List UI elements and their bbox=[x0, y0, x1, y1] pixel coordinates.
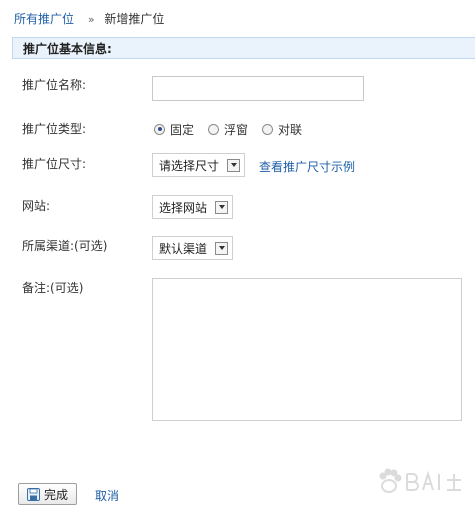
channel-select[interactable]: 默认渠道 bbox=[152, 236, 234, 260]
chevron-down-icon bbox=[215, 241, 229, 255]
breadcrumb-current: 新增推广位 bbox=[104, 12, 165, 26]
radio-checked-icon bbox=[154, 123, 165, 135]
done-button-label: 完成 bbox=[43, 487, 68, 502]
site-select[interactable]: 选择网站 bbox=[152, 195, 234, 219]
size-select-value: 请选择尺寸 bbox=[159, 158, 220, 173]
name-label: 推广位名称: bbox=[22, 78, 87, 92]
site-select-value: 选择网站 bbox=[159, 200, 208, 215]
type-radio-float[interactable]: 浮窗 bbox=[208, 121, 248, 138]
size-select[interactable]: 请选择尺寸 bbox=[152, 153, 246, 177]
type-label: 推广位类型: bbox=[22, 122, 87, 136]
chevron-down-icon bbox=[227, 158, 241, 172]
baidu-jingyan-logo bbox=[377, 466, 467, 501]
breadcrumb-all-positions-link[interactable]: 所有推广位 bbox=[14, 12, 74, 26]
type-radio-float-label: 浮窗 bbox=[224, 122, 249, 137]
name-input[interactable] bbox=[152, 76, 364, 101]
radio-unchecked-icon bbox=[208, 123, 220, 135]
note-label: 备注:(可选) bbox=[22, 281, 84, 295]
type-radio-couplet-label: 对联 bbox=[278, 122, 303, 137]
size-example-link[interactable]: 查看推广尺寸示例 bbox=[259, 158, 355, 175]
cancel-link[interactable]: 取消 bbox=[95, 487, 119, 504]
site-label: 网站: bbox=[22, 199, 51, 213]
chevron-down-icon bbox=[215, 200, 229, 214]
radio-unchecked-icon bbox=[262, 123, 274, 135]
breadcrumb-separator: » bbox=[87, 13, 95, 26]
size-label: 推广位尺寸: bbox=[22, 157, 87, 171]
channel-select-value: 默认渠道 bbox=[159, 241, 208, 256]
breadcrumb: 所有推广位 » 新增推广位 bbox=[14, 10, 164, 28]
channel-label: 所属渠道:(可选) bbox=[22, 239, 108, 253]
note-textarea[interactable] bbox=[152, 278, 462, 421]
section-header: 推广位基本信息: bbox=[12, 37, 475, 59]
save-icon bbox=[26, 487, 40, 501]
section-title: 推广位基本信息: bbox=[23, 42, 112, 56]
type-radio-fixed-label: 固定 bbox=[170, 122, 195, 137]
done-button[interactable]: 完成 bbox=[18, 483, 77, 505]
type-radio-fixed[interactable]: 固定 bbox=[154, 121, 194, 138]
type-radio-couplet[interactable]: 对联 bbox=[262, 121, 302, 138]
type-radio-group: 固定 浮窗 对联 bbox=[154, 120, 316, 138]
